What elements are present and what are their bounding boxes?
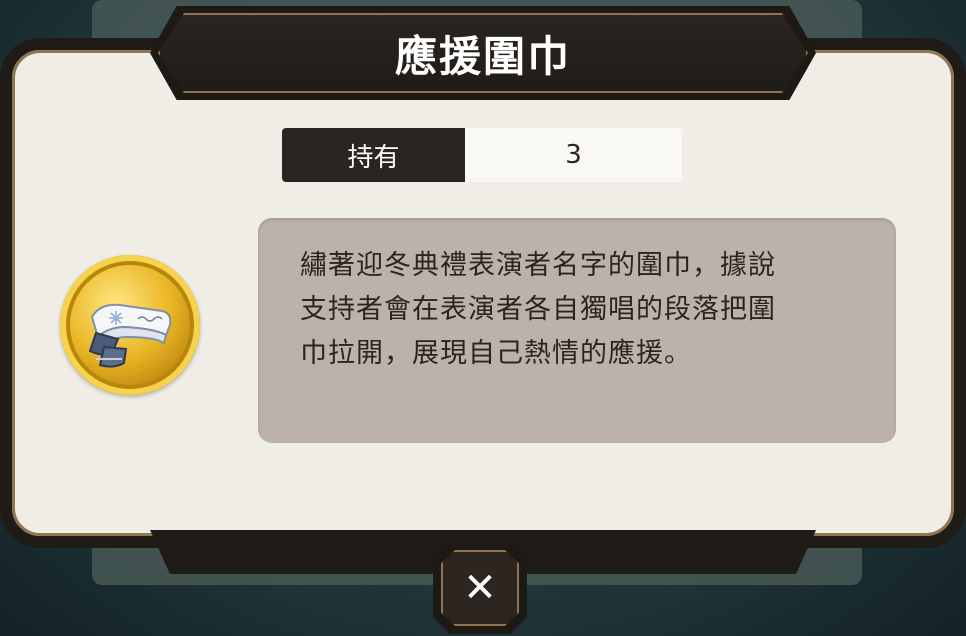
description-line: 支持者會在表演者各自獨唱的段落把圍 <box>300 294 776 325</box>
item-description: 繡著迎冬典禮表演者名字的圍巾，據說 支持者會在表演者各自獨唱的段落把圍 巾拉開，… <box>300 244 860 376</box>
description-line: 巾拉開，展現自己熱情的應援。 <box>300 338 692 369</box>
holding-value: 3 <box>465 128 682 182</box>
holding-label: 持有 <box>282 128 465 182</box>
close-button-trim <box>441 550 519 626</box>
dialog-title: 應援圍巾 <box>394 31 571 81</box>
scarf-coin-icon <box>60 255 200 395</box>
holding-count: 持有 3 <box>282 128 682 182</box>
description-line: 繡著迎冬典禮表演者名字的圍巾，據說 <box>300 250 776 281</box>
